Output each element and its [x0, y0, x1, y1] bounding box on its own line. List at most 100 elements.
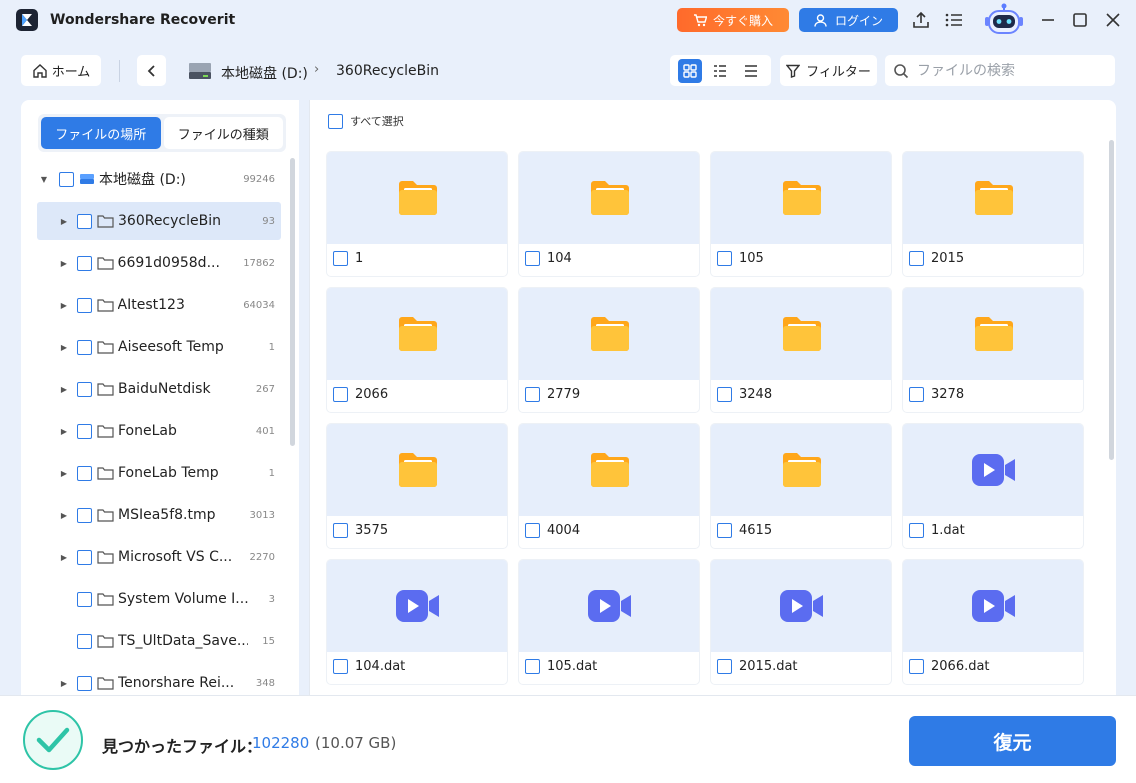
file-thumbnail[interactable] [903, 288, 1083, 380]
tree-item-folder[interactable]: ▶ 360RecycleBin 93 [37, 202, 281, 240]
file-card[interactable]: 104 [518, 151, 700, 277]
tree-item-folder[interactable]: System Volume I... 3 [37, 580, 281, 618]
breadcrumb-folder[interactable]: 360RecycleBin [336, 63, 439, 79]
select-all-checkbox[interactable]: すべて選択 [328, 113, 404, 129]
file-checkbox[interactable] [525, 659, 540, 674]
file-card[interactable]: 1.dat [902, 423, 1084, 549]
file-card[interactable]: 2015 [902, 151, 1084, 277]
file-thumbnail[interactable] [519, 560, 699, 652]
caret-right-icon[interactable]: ▶ [57, 217, 71, 226]
file-checkbox[interactable] [333, 387, 348, 402]
file-thumbnail[interactable] [711, 424, 891, 516]
file-thumbnail[interactable] [327, 424, 507, 516]
filter-button[interactable]: フィルター [780, 55, 877, 86]
tree-item-folder[interactable]: ▶ 6691d0958d... 17862 [37, 244, 281, 282]
tab-file-type[interactable]: ファイルの種類 [163, 117, 283, 149]
file-checkbox[interactable] [909, 251, 924, 266]
grid-scrollbar[interactable] [1109, 140, 1114, 460]
file-checkbox[interactable] [717, 251, 732, 266]
caret-right-icon[interactable]: ▶ [57, 679, 71, 688]
tree-item-folder[interactable]: ▶ FoneLab 401 [37, 412, 281, 450]
file-thumbnail[interactable] [327, 288, 507, 380]
file-card[interactable]: 105.dat [518, 559, 700, 685]
back-button[interactable] [137, 55, 166, 86]
caret-right-icon[interactable]: ▶ [57, 301, 71, 310]
tree-item-folder[interactable]: TS_UltData_Save... 15 [37, 622, 281, 660]
file-checkbox[interactable] [333, 523, 348, 538]
file-card[interactable]: 2015.dat [710, 559, 892, 685]
caret-right-icon[interactable]: ▶ [57, 469, 71, 478]
list-view-button[interactable] [739, 59, 763, 83]
tree-item-folder[interactable]: ▶ MSIea5f8.tmp 3013 [37, 496, 281, 534]
tree-checkbox[interactable] [76, 255, 92, 271]
file-thumbnail[interactable] [903, 152, 1083, 244]
file-thumbnail[interactable] [711, 152, 891, 244]
tree-checkbox[interactable] [77, 633, 92, 649]
file-thumbnail[interactable] [327, 152, 507, 244]
file-thumbnail[interactable] [903, 424, 1083, 516]
recover-button[interactable]: 復元 [909, 716, 1116, 766]
caret-right-icon[interactable]: ▶ [57, 427, 71, 436]
menu-icon[interactable] [944, 10, 964, 30]
search-input[interactable] [917, 62, 1097, 79]
tree-item-folder[interactable]: ▶ AItest123 64034 [37, 286, 281, 324]
file-checkbox[interactable] [717, 523, 732, 538]
file-thumbnail[interactable] [327, 560, 507, 652]
tree-checkbox[interactable] [77, 675, 92, 691]
file-checkbox[interactable] [333, 251, 348, 266]
caret-right-icon[interactable]: ▶ [57, 553, 71, 562]
tab-file-location[interactable]: ファイルの場所 [41, 117, 161, 149]
tree-item-folder[interactable]: ▶ FoneLab Temp 1 [37, 454, 281, 492]
tree-checkbox[interactable] [77, 423, 92, 439]
checkbox[interactable] [328, 113, 343, 129]
caret-right-icon[interactable]: ▶ [57, 343, 71, 352]
detail-view-button[interactable] [708, 59, 732, 83]
tree-item-folder[interactable]: ▶ Microsoft VS C... 2270 [37, 538, 281, 576]
home-button[interactable]: ホーム [21, 55, 101, 86]
robot-assistant-icon[interactable] [982, 2, 1026, 38]
file-thumbnail[interactable] [711, 560, 891, 652]
file-card[interactable]: 4004 [518, 423, 700, 549]
file-card[interactable]: 3278 [902, 287, 1084, 413]
file-thumbnail[interactable] [903, 560, 1083, 652]
tree-checkbox[interactable] [59, 171, 74, 187]
file-card[interactable]: 2066 [326, 287, 508, 413]
file-checkbox[interactable] [717, 659, 732, 674]
file-card[interactable]: 104.dat [326, 559, 508, 685]
file-checkbox[interactable] [525, 251, 540, 266]
file-checkbox[interactable] [525, 523, 540, 538]
login-button[interactable]: ログイン [799, 8, 898, 32]
tree-checkbox[interactable] [77, 465, 92, 481]
file-card[interactable]: 2066.dat [902, 559, 1084, 685]
caret-right-icon[interactable]: ▶ [57, 259, 71, 268]
file-card[interactable]: 1 [326, 151, 508, 277]
file-checkbox[interactable] [717, 387, 732, 402]
file-thumbnail[interactable] [711, 288, 891, 380]
file-card[interactable]: 3248 [710, 287, 892, 413]
caret-down-icon[interactable]: ▼ [37, 175, 51, 184]
tree-checkbox[interactable] [77, 549, 92, 565]
file-card[interactable]: 3575 [326, 423, 508, 549]
file-checkbox[interactable] [909, 523, 924, 538]
buy-now-button[interactable]: 今すぐ購入 [677, 8, 789, 32]
tree-item-folder[interactable]: ▶ Aiseesoft Temp 1 [37, 328, 281, 366]
file-thumbnail[interactable] [519, 424, 699, 516]
tree-checkbox[interactable] [77, 213, 92, 229]
tree-checkbox[interactable] [77, 339, 92, 355]
caret-right-icon[interactable]: ▶ [57, 511, 71, 520]
file-thumbnail[interactable] [519, 152, 699, 244]
upload-icon[interactable] [911, 10, 931, 30]
tree-checkbox[interactable] [77, 507, 92, 523]
grid-view-button[interactable] [678, 58, 703, 83]
tree-item-disk[interactable]: ▼ 本地磁盘 (D:) 99246 [37, 160, 281, 198]
tree-checkbox[interactable] [77, 381, 92, 397]
tree-checkbox[interactable] [76, 297, 92, 313]
minimize-icon[interactable] [1038, 10, 1058, 30]
file-checkbox[interactable] [909, 387, 924, 402]
file-card[interactable]: 2779 [518, 287, 700, 413]
maximize-icon[interactable] [1070, 10, 1090, 30]
file-checkbox[interactable] [909, 659, 924, 674]
close-icon[interactable] [1103, 10, 1123, 30]
sidebar-scrollbar[interactable] [290, 158, 295, 446]
tree-item-folder[interactable]: ▶ BaiduNetdisk 267 [37, 370, 281, 408]
